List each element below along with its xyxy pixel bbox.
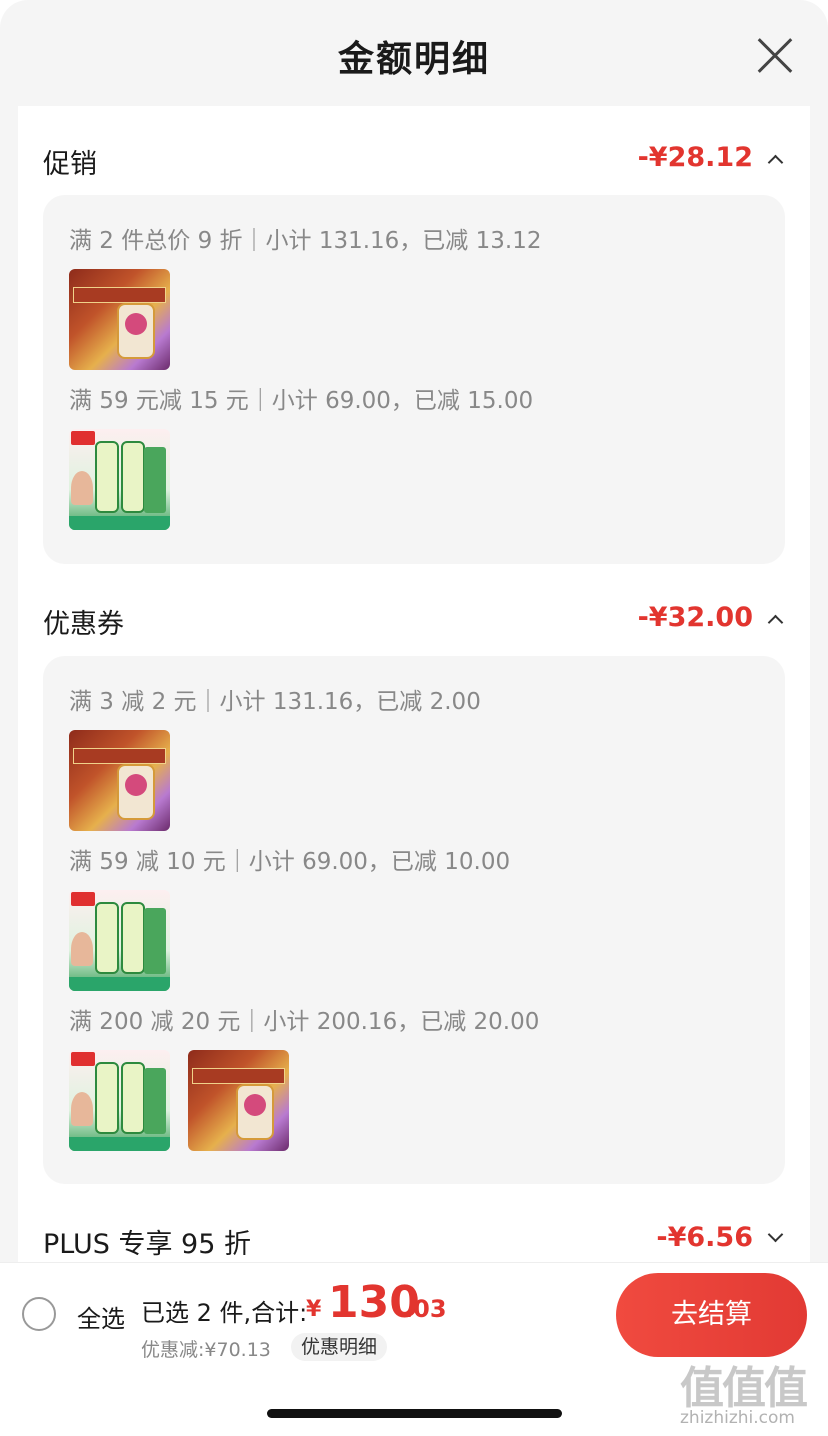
checkout-bar: 全选 已选 2 件,合计: ¥ 130 .03 优惠减:¥70.13 优惠明细 … [0,1262,828,1362]
promotion-rule-2: 满 59 元减 15 元｜小计 69.00，已减 15.00 [69,388,534,414]
checkout-button[interactable]: 去结算 [616,1273,807,1357]
detergent-product-thumbnail[interactable] [69,890,170,991]
promotion-box: 满 2 件总价 9 折｜小计 131.16，已减 13.12 满 59 元减 1… [43,195,785,564]
cereal-product-thumbnail[interactable] [69,730,170,831]
close-icon[interactable] [756,36,794,74]
home-indicator[interactable] [267,1409,562,1418]
watermark-url: zhizhizhi.com [680,1408,795,1428]
detergent-product-thumbnail[interactable] [69,1050,170,1151]
select-all-radio[interactable] [22,1297,56,1331]
chevron-up-icon [767,154,784,171]
select-all-label[interactable]: 全选 [77,1299,125,1334]
coupon-rule-2: 满 59 减 10 元｜小计 69.00，已减 10.00 [69,849,511,875]
detergent-product-thumbnail[interactable] [69,429,170,530]
promotion-amount: -¥28.12 [637,142,753,173]
coupon-amount: -¥32.00 [637,602,753,633]
promotion-rule-1: 满 2 件总价 9 折｜小计 131.16，已减 13.12 [69,228,542,254]
plus-amount: -¥6.56 [656,1222,753,1253]
cereal-product-thumbnail[interactable] [69,269,170,370]
amount-detail-sheet: 金额明细 促销 -¥28.12 满 2 件总价 9 折｜小计 131.16，已减… [0,0,828,1262]
total-currency: ¥ [306,1297,322,1322]
coupon-rule-1: 满 3 减 2 元｜小计 131.16，已减 2.00 [69,689,481,715]
cereal-product-thumbnail[interactable] [188,1050,289,1151]
sheet-title: 金额明细 [337,39,490,80]
coupon-rule-3: 满 200 减 20 元｜小计 200.16，已减 20.00 [69,1009,540,1035]
plus-header[interactable]: PLUS 专享 95 折 -¥6.56 [43,1214,784,1262]
detail-panel: 促销 -¥28.12 满 2 件总价 9 折｜小计 131.16，已减 13.1… [18,106,810,1262]
plus-title: PLUS 专享 95 折 [43,1229,251,1260]
coupon-box: 满 3 减 2 元｜小计 131.16，已减 2.00 满 59 减 10 元｜… [43,656,785,1184]
coupon-title: 优惠券 [43,609,124,640]
selection-summary: 已选 2 件,合计: [141,1299,308,1327]
coupon-header[interactable]: 优惠券 -¥32.00 [43,594,784,644]
watermark-logo: 值值值 [680,1363,808,1414]
total-price-decimal: .03 [404,1295,447,1323]
discount-summary: 优惠减:¥70.13 [141,1339,271,1361]
sheet-header: 金额明细 [0,0,828,106]
promotion-header[interactable]: 促销 -¥28.12 [43,134,784,184]
chevron-down-icon [767,1226,784,1243]
chevron-up-icon [767,614,784,631]
promotion-title: 促销 [43,149,97,180]
site-watermark: 值值值 zhizhizhi.com [680,1352,820,1432]
discount-detail-button[interactable]: 优惠明细 [291,1333,388,1361]
